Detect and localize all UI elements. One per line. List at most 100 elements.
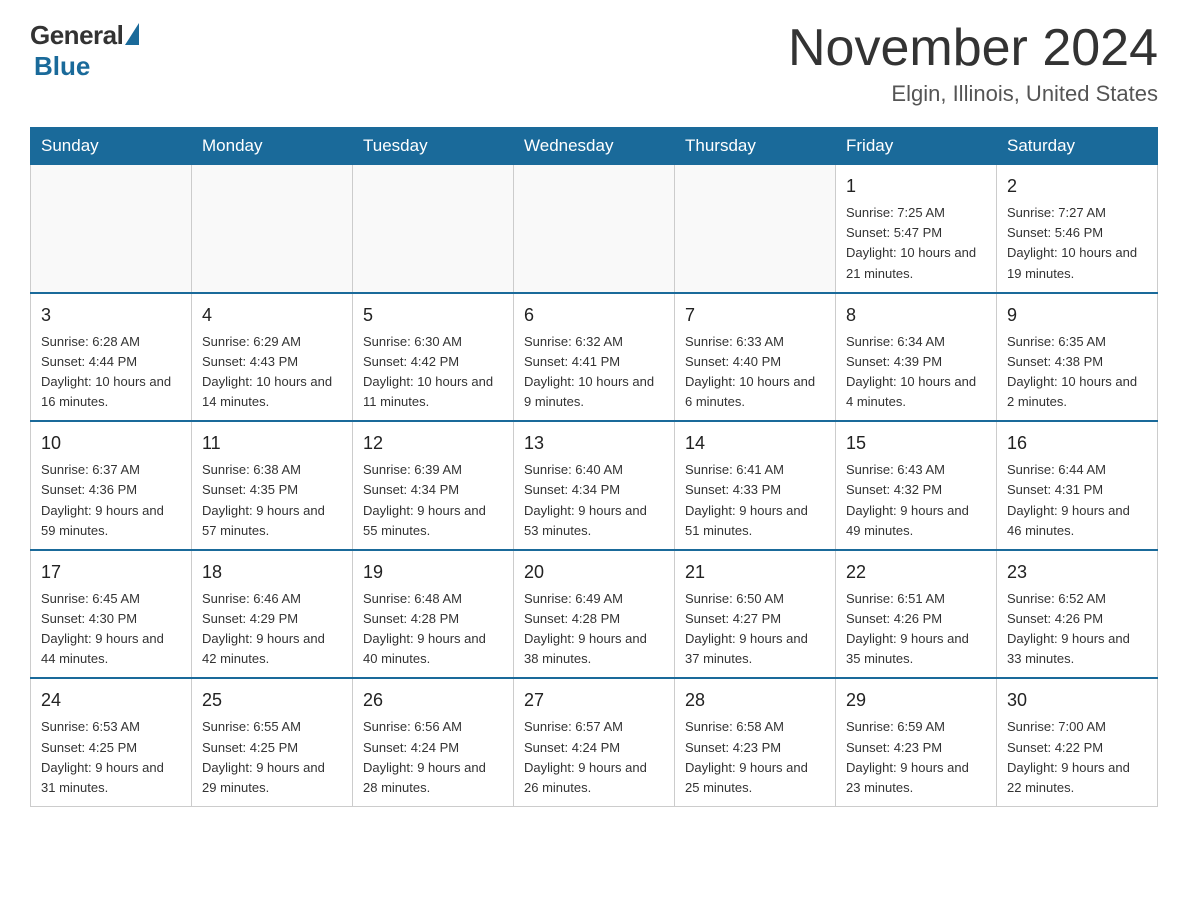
calendar-day-cell: 21Sunrise: 6:50 AM Sunset: 4:27 PM Dayli… xyxy=(675,550,836,679)
calendar-day-cell: 22 Sunrise: 6:51 AM Sunset: 4:26 PM Dayli… xyxy=(836,550,997,679)
day-number: 25 xyxy=(202,687,342,714)
day-info: Sunrise: 6:33 AM Sunset: 4:40 PM Dayligh… xyxy=(685,332,825,413)
day-info: Sunrise: 6:41 AM Sunset: 4:33 PM Dayligh… xyxy=(685,460,825,541)
calendar-day-cell: 3 Sunrise: 6:28 AM Sunset: 4:44 PM Daylig… xyxy=(31,293,192,422)
day-info: Sunrise: 7:27 AM Sunset: 5:46 PM Dayligh… xyxy=(1007,203,1147,284)
calendar-day-cell: 7 Sunrise: 6:33 AM Sunset: 4:40 PM Daylig… xyxy=(675,293,836,422)
day-of-week-header: Tuesday xyxy=(353,128,514,165)
logo-blue-text: Blue xyxy=(34,51,90,82)
day-number: 9 xyxy=(1007,302,1147,329)
logo-general-text: General xyxy=(30,20,123,51)
calendar-day-cell: 8 Sunrise: 6:34 AM Sunset: 4:39 PM Daylig… xyxy=(836,293,997,422)
day-number: 16 xyxy=(1007,430,1147,457)
day-info: Sunrise: 6:44 AM Sunset: 4:31 PM Dayligh… xyxy=(1007,460,1147,541)
day-info: Sunrise: 6:28 AM Sunset: 4:44 PM Dayligh… xyxy=(41,332,181,413)
day-number: 24 xyxy=(41,687,181,714)
day-info: Sunrise: 6:51 AM Sunset: 4:26 PM Dayligh… xyxy=(846,589,986,670)
calendar-day-cell: 10 Sunrise: 6:37 AM Sunset: 4:36 PM Dayli… xyxy=(31,421,192,550)
day-info: Sunrise: 6:52 AM Sunset: 4:26 PM Dayligh… xyxy=(1007,589,1147,670)
day-of-week-header: Friday xyxy=(836,128,997,165)
calendar-day-cell: 4 Sunrise: 6:29 AM Sunset: 4:43 PM Daylig… xyxy=(192,293,353,422)
day-info: Sunrise: 6:58 AM Sunset: 4:23 PM Dayligh… xyxy=(685,717,825,798)
day-number: 18 xyxy=(202,559,342,586)
day-of-week-header: Sunday xyxy=(31,128,192,165)
day-info: Sunrise: 6:40 AM Sunset: 4:34 PM Dayligh… xyxy=(524,460,664,541)
calendar-day-cell: 6 Sunrise: 6:32 AM Sunset: 4:41 PM Daylig… xyxy=(514,293,675,422)
day-info: Sunrise: 6:38 AM Sunset: 4:35 PM Dayligh… xyxy=(202,460,342,541)
day-number: 30 xyxy=(1007,687,1147,714)
calendar-day-cell: 27 Sunrise: 6:57 AM Sunset: 4:24 PM Dayli… xyxy=(514,678,675,806)
day-info: Sunrise: 6:37 AM Sunset: 4:36 PM Dayligh… xyxy=(41,460,181,541)
calendar-title: November 2024 xyxy=(788,20,1158,77)
day-info: Sunrise: 6:53 AM Sunset: 4:25 PM Dayligh… xyxy=(41,717,181,798)
calendar-day-cell: 18Sunrise: 6:46 AM Sunset: 4:29 PM Dayli… xyxy=(192,550,353,679)
day-number: 8 xyxy=(846,302,986,329)
calendar-day-cell: 28 Sunrise: 6:58 AM Sunset: 4:23 PM Dayli… xyxy=(675,678,836,806)
day-info: Sunrise: 6:55 AM Sunset: 4:25 PM Dayligh… xyxy=(202,717,342,798)
calendar-day-cell: 13 Sunrise: 6:40 AM Sunset: 4:34 PM Dayli… xyxy=(514,421,675,550)
day-info: Sunrise: 6:59 AM Sunset: 4:23 PM Dayligh… xyxy=(846,717,986,798)
calendar-day-cell: 5Sunrise: 6:30 AM Sunset: 4:42 PM Daylig… xyxy=(353,293,514,422)
calendar-day-cell: 1 Sunrise: 7:25 AM Sunset: 5:47 PM Daylig… xyxy=(836,165,997,293)
day-number: 4 xyxy=(202,302,342,329)
day-number: 6 xyxy=(524,302,664,329)
logo: General Blue xyxy=(30,20,139,82)
day-number: 10 xyxy=(41,430,181,457)
day-of-week-header: Monday xyxy=(192,128,353,165)
day-number: 23 xyxy=(1007,559,1147,586)
calendar-week-row: 17 Sunrise: 6:45 AM Sunset: 4:30 PM Dayli… xyxy=(31,550,1158,679)
calendar-day-cell: 11 Sunrise: 6:38 AM Sunset: 4:35 PM Dayli… xyxy=(192,421,353,550)
calendar-day-cell: 14 Sunrise: 6:41 AM Sunset: 4:33 PM Dayli… xyxy=(675,421,836,550)
day-info: Sunrise: 7:25 AM Sunset: 5:47 PM Dayligh… xyxy=(846,203,986,284)
calendar-day-cell: 29Sunrise: 6:59 AM Sunset: 4:23 PM Dayli… xyxy=(836,678,997,806)
day-info: Sunrise: 6:48 AM Sunset: 4:28 PM Dayligh… xyxy=(363,589,503,670)
logo-triangle-icon xyxy=(125,23,139,45)
day-number: 7 xyxy=(685,302,825,329)
day-number: 21 xyxy=(685,559,825,586)
calendar-week-row: 10 Sunrise: 6:37 AM Sunset: 4:36 PM Dayli… xyxy=(31,421,1158,550)
day-number: 19 xyxy=(363,559,503,586)
calendar-day-cell: 19 Sunrise: 6:48 AM Sunset: 4:28 PM Dayli… xyxy=(353,550,514,679)
page-header: General Blue November 2024 Elgin, Illino… xyxy=(30,20,1158,107)
day-number: 17 xyxy=(41,559,181,586)
calendar-day-cell xyxy=(31,165,192,293)
day-number: 22 xyxy=(846,559,986,586)
calendar-week-row: 3 Sunrise: 6:28 AM Sunset: 4:44 PM Daylig… xyxy=(31,293,1158,422)
day-of-week-header: Wednesday xyxy=(514,128,675,165)
day-info: Sunrise: 6:32 AM Sunset: 4:41 PM Dayligh… xyxy=(524,332,664,413)
day-info: Sunrise: 6:34 AM Sunset: 4:39 PM Dayligh… xyxy=(846,332,986,413)
title-section: November 2024 Elgin, Illinois, United St… xyxy=(788,20,1158,107)
calendar-day-cell: 16 Sunrise: 6:44 AM Sunset: 4:31 PM Dayli… xyxy=(997,421,1158,550)
day-number: 3 xyxy=(41,302,181,329)
calendar-week-row: 24 Sunrise: 6:53 AM Sunset: 4:25 PM Dayli… xyxy=(31,678,1158,806)
calendar-day-cell: 26 Sunrise: 6:56 AM Sunset: 4:24 PM Dayli… xyxy=(353,678,514,806)
day-number: 15 xyxy=(846,430,986,457)
day-info: Sunrise: 6:57 AM Sunset: 4:24 PM Dayligh… xyxy=(524,717,664,798)
day-info: Sunrise: 6:45 AM Sunset: 4:30 PM Dayligh… xyxy=(41,589,181,670)
calendar-day-cell: 9 Sunrise: 6:35 AM Sunset: 4:38 PM Daylig… xyxy=(997,293,1158,422)
day-number: 26 xyxy=(363,687,503,714)
day-of-week-header: Saturday xyxy=(997,128,1158,165)
day-number: 20 xyxy=(524,559,664,586)
calendar-day-cell xyxy=(353,165,514,293)
calendar-day-cell xyxy=(675,165,836,293)
day-number: 27 xyxy=(524,687,664,714)
day-info: Sunrise: 6:35 AM Sunset: 4:38 PM Dayligh… xyxy=(1007,332,1147,413)
day-number: 1 xyxy=(846,173,986,200)
calendar-day-cell: 25 Sunrise: 6:55 AM Sunset: 4:25 PM Dayli… xyxy=(192,678,353,806)
calendar-day-cell: 12Sunrise: 6:39 AM Sunset: 4:34 PM Dayli… xyxy=(353,421,514,550)
calendar-day-cell: 24 Sunrise: 6:53 AM Sunset: 4:25 PM Dayli… xyxy=(31,678,192,806)
day-number: 28 xyxy=(685,687,825,714)
day-number: 13 xyxy=(524,430,664,457)
day-number: 14 xyxy=(685,430,825,457)
day-info: Sunrise: 6:56 AM Sunset: 4:24 PM Dayligh… xyxy=(363,717,503,798)
day-info: Sunrise: 6:29 AM Sunset: 4:43 PM Dayligh… xyxy=(202,332,342,413)
calendar-day-cell: 20Sunrise: 6:49 AM Sunset: 4:28 PM Dayli… xyxy=(514,550,675,679)
day-info: Sunrise: 6:30 AM Sunset: 4:42 PM Dayligh… xyxy=(363,332,503,413)
day-info: Sunrise: 6:39 AM Sunset: 4:34 PM Dayligh… xyxy=(363,460,503,541)
calendar-day-cell xyxy=(192,165,353,293)
calendar-table: SundayMondayTuesdayWednesdayThursdayFrid… xyxy=(30,127,1158,807)
calendar-day-cell: 17 Sunrise: 6:45 AM Sunset: 4:30 PM Dayli… xyxy=(31,550,192,679)
day-number: 11 xyxy=(202,430,342,457)
day-info: Sunrise: 6:43 AM Sunset: 4:32 PM Dayligh… xyxy=(846,460,986,541)
